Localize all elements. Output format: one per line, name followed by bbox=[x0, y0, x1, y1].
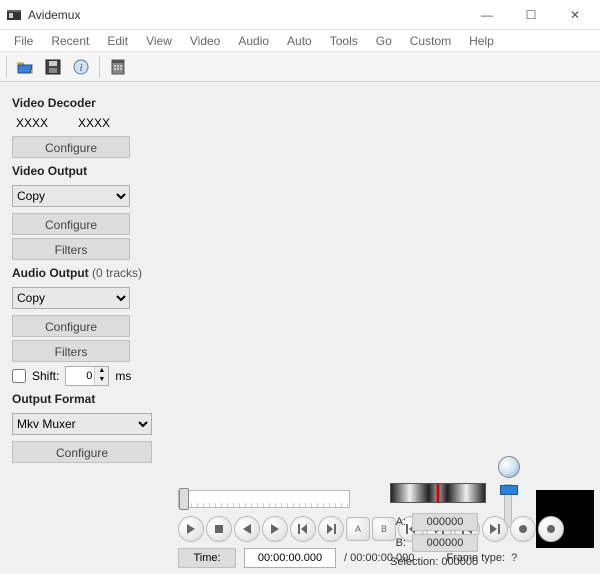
audio-shift-label: Shift: bbox=[32, 369, 59, 383]
audio-output-head-label: Audio Output bbox=[12, 266, 89, 280]
step-back-icon bbox=[242, 524, 252, 534]
app-icon bbox=[6, 7, 22, 23]
save-button[interactable] bbox=[41, 55, 65, 79]
folder-open-icon bbox=[16, 58, 34, 76]
audio-shift-checkbox[interactable] bbox=[12, 369, 26, 383]
side-panel: Video Decoder XXXX XXXX Configure Video … bbox=[0, 82, 168, 574]
window-controls: — ☐ ✕ bbox=[474, 8, 588, 22]
minimize-button[interactable]: — bbox=[474, 8, 500, 22]
menu-auto[interactable]: Auto bbox=[279, 32, 320, 50]
audio-shift-row: Shift: ▲ ▼ ms bbox=[12, 366, 160, 386]
svg-text:i: i bbox=[79, 62, 82, 74]
prev-keyframe-button[interactable] bbox=[290, 516, 316, 542]
play-icon bbox=[186, 524, 196, 534]
jog-dial[interactable] bbox=[390, 483, 486, 503]
key-back-icon bbox=[298, 524, 308, 534]
video-output-head: Video Output bbox=[12, 164, 160, 178]
time-label: Time: bbox=[178, 548, 236, 568]
output-format-configure-button[interactable]: Configure bbox=[12, 441, 152, 463]
marker-a-row: A: 000000 bbox=[390, 513, 590, 531]
marker-b-label: B: bbox=[390, 537, 406, 549]
next-keyframe-button[interactable] bbox=[318, 516, 344, 542]
video-output-select[interactable]: Copy bbox=[12, 185, 130, 207]
timeline-slider[interactable] bbox=[178, 490, 350, 508]
audio-output-head: Audio Output (0 tracks) bbox=[12, 266, 160, 280]
marker-a-value: 000000 bbox=[412, 513, 478, 531]
audio-shift-value[interactable] bbox=[66, 367, 94, 385]
toolbar-separator bbox=[99, 56, 100, 78]
info-icon: i bbox=[72, 58, 90, 76]
speaker-icon[interactable] bbox=[498, 456, 520, 478]
toolbar: i bbox=[0, 52, 600, 82]
info-button[interactable]: i bbox=[69, 55, 93, 79]
marker-a-label: A: bbox=[390, 516, 406, 528]
audio-output-filters-button[interactable]: Filters bbox=[12, 340, 130, 362]
markers-panel: A: 000000 B: 000000 Selection: 000000 bbox=[390, 483, 590, 568]
marker-b-icon: B bbox=[381, 524, 387, 534]
key-fwd-icon bbox=[326, 524, 336, 534]
open-button[interactable] bbox=[13, 55, 37, 79]
selection-row: Selection: 000000 bbox=[390, 556, 590, 568]
close-button[interactable]: ✕ bbox=[562, 8, 588, 22]
stop-icon bbox=[214, 524, 224, 534]
next-frame-button[interactable] bbox=[262, 516, 288, 542]
menu-edit[interactable]: Edit bbox=[99, 32, 136, 50]
play-button[interactable] bbox=[178, 516, 204, 542]
spin-down-icon[interactable]: ▼ bbox=[94, 376, 108, 385]
decoder-configure-button[interactable]: Configure bbox=[12, 136, 130, 158]
menu-custom[interactable]: Custom bbox=[402, 32, 459, 50]
decoder-codec: XXXX bbox=[78, 116, 110, 130]
floppy-icon bbox=[44, 58, 62, 76]
video-output-filters-button[interactable]: Filters bbox=[12, 238, 130, 260]
time-input[interactable]: 00:00:00.000 bbox=[244, 548, 336, 568]
marker-a-icon: A bbox=[355, 524, 361, 534]
titlebar: Avidemux — ☐ ✕ bbox=[0, 0, 600, 30]
audio-shift-unit: ms bbox=[115, 369, 131, 383]
stop-button[interactable] bbox=[206, 516, 232, 542]
selection-value: 000000 bbox=[441, 556, 478, 568]
decoder-name: XXXX bbox=[16, 116, 48, 130]
menu-video[interactable]: Video bbox=[182, 32, 228, 50]
menu-file[interactable]: File bbox=[6, 32, 41, 50]
video-output-configure-button[interactable]: Configure bbox=[12, 213, 130, 235]
main-area: Video Decoder XXXX XXXX Configure Video … bbox=[0, 82, 600, 574]
audio-output-tracks: (0 tracks) bbox=[92, 266, 142, 280]
output-format-head: Output Format bbox=[12, 392, 160, 406]
maximize-button[interactable]: ☐ bbox=[518, 8, 544, 22]
step-fwd-icon bbox=[270, 524, 280, 534]
output-format-select[interactable]: Mkv Muxer bbox=[12, 413, 152, 435]
menu-tools[interactable]: Tools bbox=[322, 32, 366, 50]
menu-help[interactable]: Help bbox=[461, 32, 502, 50]
film-icon bbox=[109, 58, 127, 76]
menu-go[interactable]: Go bbox=[368, 32, 400, 50]
audio-output-select[interactable]: Copy bbox=[12, 287, 130, 309]
menu-audio[interactable]: Audio bbox=[230, 32, 277, 50]
marker-b-value: 000000 bbox=[412, 534, 478, 552]
app-title: Avidemux bbox=[28, 8, 474, 22]
decoder-values: XXXX XXXX bbox=[16, 116, 160, 130]
set-marker-a-button[interactable]: A bbox=[346, 517, 370, 541]
calculator-button[interactable] bbox=[106, 55, 130, 79]
toolbar-separator bbox=[6, 56, 7, 78]
preview-area: A B Time: 00:00:00.000 / 00:00:00.000 Fr… bbox=[168, 82, 600, 574]
audio-shift-spinner[interactable]: ▲ ▼ bbox=[65, 366, 109, 386]
prev-frame-button[interactable] bbox=[234, 516, 260, 542]
spin-up-icon[interactable]: ▲ bbox=[94, 367, 108, 376]
video-decoder-head: Video Decoder bbox=[12, 96, 160, 110]
marker-b-row: B: 000000 bbox=[390, 534, 590, 552]
menubar: File Recent Edit View Video Audio Auto T… bbox=[0, 30, 600, 52]
selection-label: Selection: bbox=[390, 556, 438, 568]
timeline-thumb[interactable] bbox=[179, 488, 189, 510]
menu-view[interactable]: View bbox=[138, 32, 180, 50]
audio-output-configure-button[interactable]: Configure bbox=[12, 315, 130, 337]
menu-recent[interactable]: Recent bbox=[43, 32, 97, 50]
